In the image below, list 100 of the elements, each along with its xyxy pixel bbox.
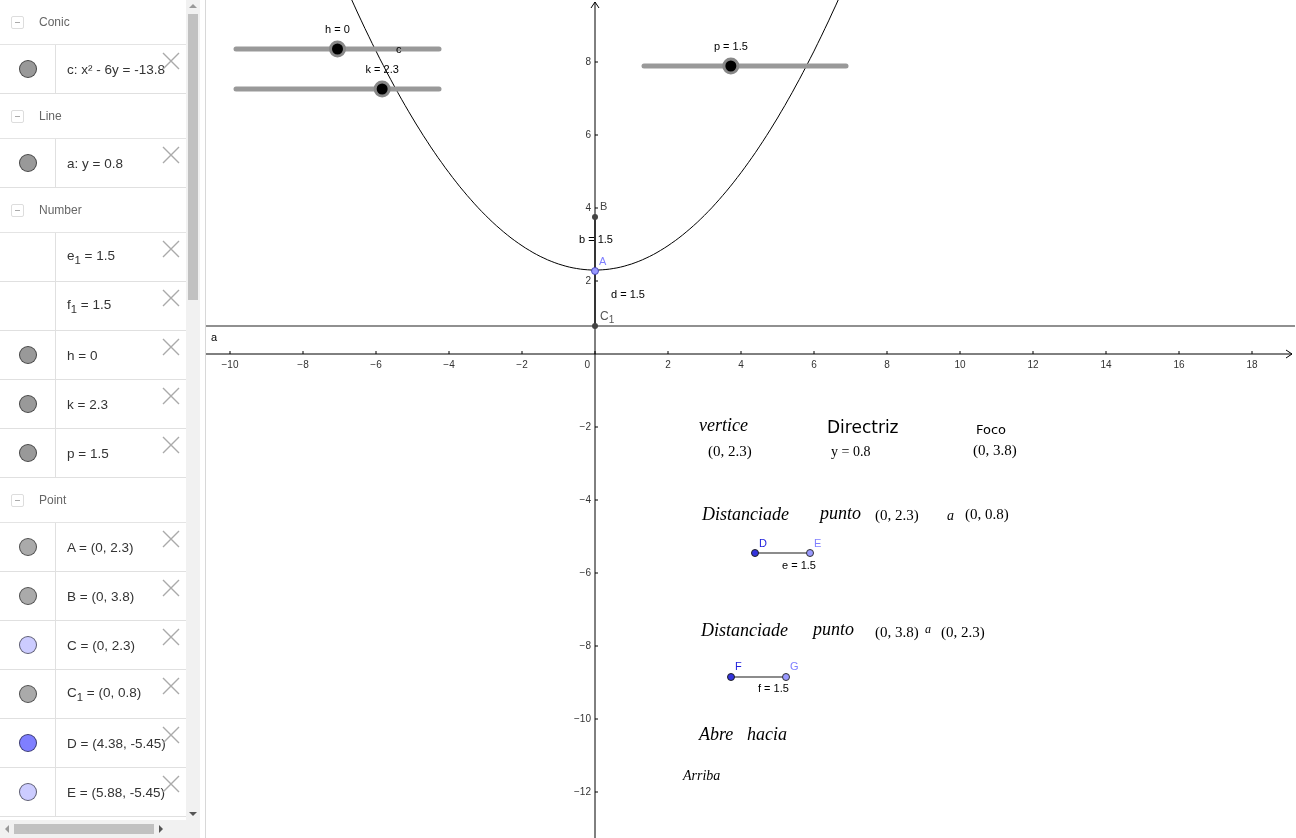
text-object: (0, 2.3) [708,443,752,460]
axis-tick-label: −4 [578,494,591,505]
object-label: d = 1.5 [611,289,645,300]
object-definition: a: y = 0.8 [67,155,123,171]
slider[interactable] [233,80,442,98]
collapse-icon[interactable] [11,493,24,507]
visibility-toggle[interactable] [18,783,37,801]
algebra-row[interactable]: a: y = 0.8 [0,139,186,188]
close-icon[interactable] [162,387,180,405]
object-label: E [814,538,822,549]
axis-tick-label: 2 [664,359,672,370]
object-definition: A = (0, 2.3) [67,539,134,555]
text-object: y = 0.8 [831,444,871,460]
object-definition: k = 2.3 [67,396,108,412]
axis-tick-label: −2 [515,359,529,370]
axis-tick-label: −6 [369,359,383,370]
slider-label: k = 2.3 [364,63,400,75]
slider[interactable] [641,57,849,75]
scroll-up-icon[interactable] [189,3,197,9]
visibility-toggle[interactable] [18,154,37,172]
axis-tick-label: 6 [584,129,591,140]
visibility-toggle[interactable] [18,685,37,703]
visibility-toggle[interactable] [18,395,37,413]
object-label: e = 1.5 [782,560,816,571]
scroll-left-icon[interactable] [4,825,10,833]
text-object: (0, 0.8) [965,506,1009,523]
point[interactable] [592,214,598,220]
algebra-row[interactable]: k = 2.3 [0,380,186,429]
algebra-row[interactable]: D = (4.38, -5.45) [0,719,186,768]
text-object: a [925,623,931,637]
text-object: hacia [747,725,787,745]
algebra-row[interactable]: B = (0, 3.8) [0,572,186,621]
close-icon[interactable] [162,775,180,793]
algebra-row[interactable]: A = (0, 2.3) [0,523,186,572]
slider-label: h = 0 [324,23,351,35]
object-definition: D = (4.38, -5.45) [67,735,166,751]
text-object: punto [820,504,861,524]
axis-tick-label: 6 [810,359,818,370]
close-icon[interactable] [162,436,180,454]
axis-tick-label: −6 [578,567,591,578]
axis-tick-label: 18 [1245,359,1259,370]
visibility-toggle[interactable] [18,636,37,654]
axis-tick-label: −8 [296,359,310,370]
axis-tick-label: −4 [442,359,456,370]
close-icon[interactable] [162,579,180,597]
slider[interactable] [233,40,442,58]
object-definition: f$_{1}$ = 1.5 [67,297,112,315]
axis-tick-label: 4 [737,359,745,370]
object-label: G [790,661,799,672]
text-object: a [947,508,954,524]
scroll-right-icon[interactable] [158,825,164,833]
axis-tick-label: −12 [573,786,591,797]
axis-tick-label: 0 [583,359,590,370]
close-icon[interactable] [162,289,180,307]
algebra-row[interactable]: E = (5.88, -5.45) [0,768,186,817]
object-definition: c: x² - 6y = -13.8 [67,61,165,77]
visibility-toggle[interactable] [18,444,37,462]
visibility-toggle[interactable] [18,734,37,752]
axis-tick-label: 14 [1099,359,1113,370]
algebra-row[interactable]: C = (0, 2.3) [0,621,186,670]
slider-label: p = 1.5 [712,40,749,52]
visibility-toggle[interactable] [18,587,37,605]
algebra-row[interactable]: C$_{1}$ = (0, 0.8) [0,670,186,719]
scroll-down-icon[interactable] [189,811,197,817]
algebra-row[interactable]: p = 1.5 [0,429,186,478]
object-label: b = 1.5 [579,234,613,245]
visibility-toggle[interactable] [18,538,37,556]
scrollbar[interactable] [0,820,200,838]
axis-tick-label: −10 [573,713,591,724]
text-object: (0, 3.8) [875,624,919,641]
text-object: Directriz [827,418,899,437]
algebra-row[interactable]: h = 0 [0,331,186,380]
text-object: vertice [699,416,748,436]
close-icon[interactable] [162,628,180,646]
algebra-row[interactable]: c: x² - 6y = -13.8 [0,45,186,94]
visibility-toggle[interactable] [18,60,37,78]
axis-tick-label: 8 [883,359,891,370]
text-object: punto [813,620,854,640]
text-object: Arriba [683,768,721,784]
segment [751,549,814,557]
point[interactable] [592,323,598,329]
group-title: Line [39,109,62,123]
close-icon[interactable] [162,677,180,695]
close-icon[interactable] [162,240,180,258]
object-definition: C$_{1}$ = (0, 0.8) [67,685,142,703]
point[interactable] [591,267,599,275]
text-object: Distanciade [702,505,789,525]
text-object: Foco [976,423,1007,438]
collapse-icon[interactable] [11,109,24,123]
text-object: (0, 3.8) [973,442,1017,459]
scrollbar[interactable] [186,0,200,820]
visibility-toggle[interactable] [18,346,37,364]
axis-tick-label: 8 [584,56,591,67]
collapse-icon[interactable] [11,203,24,217]
object-label: B [600,201,608,212]
object-label: A [599,256,607,267]
close-icon[interactable] [162,530,180,548]
close-icon[interactable] [162,146,180,164]
collapse-icon[interactable] [11,15,24,29]
close-icon[interactable] [162,338,180,356]
